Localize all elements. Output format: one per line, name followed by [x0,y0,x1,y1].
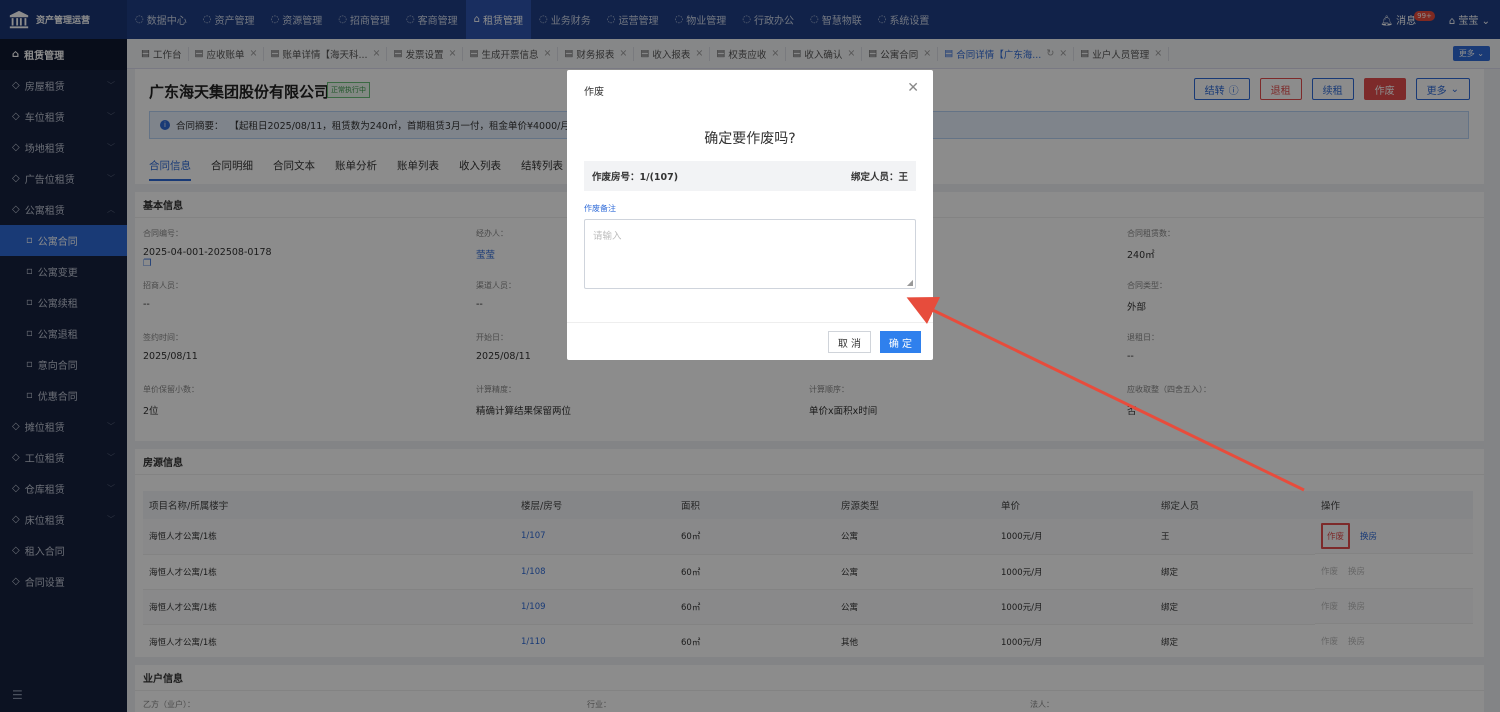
close-icon[interactable]: ✕ [907,80,919,96]
void-room-label: 作废房号： [592,172,640,183]
bound-person: 绑定人员：王 [851,169,908,183]
dialog-question: 确定要作废吗? [704,131,796,147]
void-note-textarea[interactable]: 请输入 ◢ [584,219,916,289]
void-note-placeholder: 请输入 [593,231,622,242]
cancel-button[interactable]: 取 消 [827,331,871,353]
bound-person-value: 王 [898,172,908,183]
void-dialog: 作废 ✕ 确定要作废吗? 作废房号：1/(107) 绑定人员：王 作废备注 请输… [567,70,933,360]
void-note-label: 作废备注 [584,204,616,213]
dialog-title: 作废 [584,87,604,98]
void-room: 作废房号：1/(107) [592,169,678,183]
resize-grip-icon[interactable]: ◢ [907,278,913,287]
dialog-footer: 取 消 确 定 [567,322,933,360]
void-info-bar: 作废房号：1/(107) 绑定人员：王 [584,161,916,191]
void-room-value: 1/(107) [639,172,679,183]
confirm-button[interactable]: 确 定 [879,331,921,353]
bound-person-label: 绑定人员： [850,172,899,183]
